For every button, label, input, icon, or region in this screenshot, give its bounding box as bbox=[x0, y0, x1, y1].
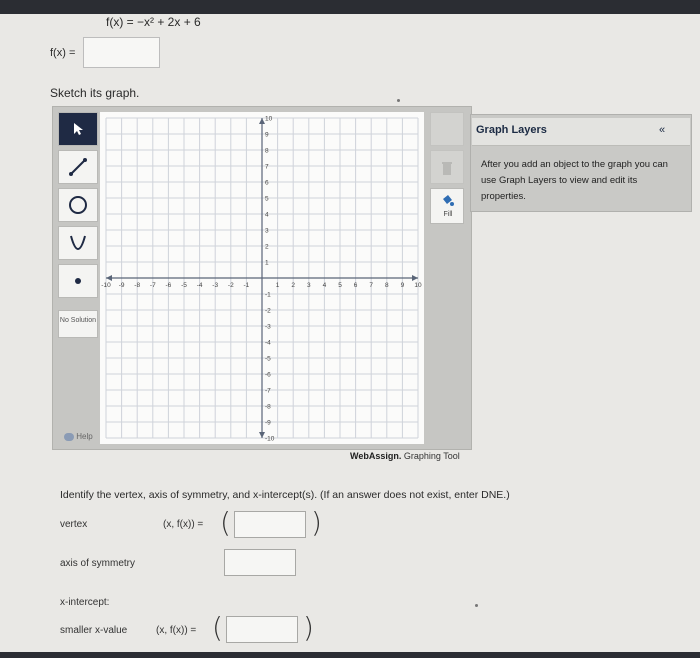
graph-canvas[interactable]: -10 -9 -8 -7 -6 -5 -4 -3 -2 -1 1 2 3 4 5 6 7 8 9 10 10 9 8 7 6 5 4… bbox=[100, 112, 424, 444]
y-tick-label: -8 bbox=[265, 404, 271, 411]
x-tick-label: -3 bbox=[212, 282, 218, 289]
x-tick-label: -8 bbox=[134, 282, 140, 289]
x-tick-label: -5 bbox=[181, 282, 187, 289]
x-axis-arrow-left bbox=[106, 275, 112, 281]
point-tool-button[interactable] bbox=[58, 264, 98, 298]
axis-of-symmetry-label: axis of symmetry bbox=[60, 558, 136, 569]
trash-icon bbox=[442, 162, 452, 175]
x-tick-label: -10 bbox=[101, 282, 111, 289]
help-icon bbox=[64, 432, 74, 441]
vertex-input[interactable] bbox=[234, 511, 306, 538]
y-tick-label: 1 bbox=[265, 260, 269, 267]
vertex-pair-label: (x, f(x)) = bbox=[163, 519, 204, 530]
y-tick-label: -5 bbox=[265, 356, 271, 363]
y-tick-label: -7 bbox=[265, 388, 271, 395]
delete-object-button[interactable] bbox=[430, 112, 464, 146]
fill-button[interactable]: Fill bbox=[430, 188, 464, 224]
x-tick-label: 7 bbox=[369, 282, 373, 289]
x-tick-label: -6 bbox=[166, 282, 172, 289]
x-tick-label: 6 bbox=[354, 282, 358, 289]
x-tick-label: 1 bbox=[276, 282, 280, 289]
y-tick-label: -3 bbox=[265, 324, 271, 331]
x-tick-label: 8 bbox=[385, 282, 389, 289]
y-tick-label: 5 bbox=[265, 196, 269, 203]
y-tick-label: -2 bbox=[265, 308, 271, 315]
bottom-bar bbox=[0, 652, 700, 658]
browser-toolbar bbox=[0, 0, 700, 14]
brand-sub: Graphing Tool bbox=[403, 451, 460, 461]
y-tick-label: 10 bbox=[265, 116, 273, 123]
x-tick-label: -2 bbox=[228, 282, 234, 289]
cursor-dot bbox=[397, 99, 400, 102]
graph-layers-title: Graph Layers bbox=[476, 124, 547, 136]
smaller-x-value-label: smaller x-value bbox=[60, 625, 128, 636]
line-tool-button[interactable] bbox=[58, 150, 98, 184]
x-tick-label: -1 bbox=[244, 282, 250, 289]
x-intercept-label: x-intercept: bbox=[60, 597, 110, 608]
graph-layers-description: After you add an object to the graph you… bbox=[481, 159, 668, 202]
select-arrow-icon bbox=[74, 123, 83, 135]
axis-of-symmetry-input[interactable] bbox=[224, 549, 296, 576]
x-intercept-pair-label: (x, f(x)) = bbox=[156, 625, 197, 636]
x-intercept-smaller-input[interactable] bbox=[226, 616, 298, 643]
fx-label: f(x) = bbox=[50, 47, 76, 59]
y-tick-label: 2 bbox=[265, 244, 269, 251]
webassign-brand: WebAssign. Graphing Tool bbox=[350, 451, 460, 461]
x-tick-label: 9 bbox=[401, 282, 405, 289]
x-axis-arrow-right bbox=[412, 275, 418, 281]
x-tick-label: 5 bbox=[338, 282, 342, 289]
circle-tool-button[interactable] bbox=[58, 188, 98, 222]
select-tool-button[interactable] bbox=[58, 112, 98, 146]
question-instruction: Identify the vertex, axis of symmetry, a… bbox=[60, 489, 510, 501]
x-tick-label: -9 bbox=[119, 282, 125, 289]
point-icon bbox=[75, 278, 81, 284]
cursor-dot-2 bbox=[475, 604, 478, 607]
brand-main: WebAssign. bbox=[350, 451, 402, 461]
sketch-prompt: Sketch its graph. bbox=[50, 86, 140, 100]
y-tick-label: 8 bbox=[265, 148, 269, 155]
x-tick-label: 4 bbox=[323, 282, 327, 289]
help-link[interactable]: Help bbox=[64, 432, 93, 441]
coordinate-grid[interactable]: -10 -9 -8 -7 -6 -5 -4 -3 -2 -1 1 2 3 4 5 6 7 8 9 10 10 9 8 7 6 5 4… bbox=[100, 112, 424, 444]
x-tick-label: 3 bbox=[307, 282, 311, 289]
y-tick-label: 7 bbox=[265, 164, 269, 171]
paint-bucket-icon bbox=[443, 195, 454, 206]
y-tick-label: 6 bbox=[265, 180, 269, 187]
y-tick-label: -9 bbox=[265, 420, 271, 427]
collapse-layers-button[interactable]: « bbox=[659, 124, 665, 136]
y-tick-label: -6 bbox=[265, 372, 271, 379]
y-tick-label: 4 bbox=[265, 212, 269, 219]
fx-answer-input[interactable] bbox=[83, 37, 160, 68]
x-intercept-open-paren: ( bbox=[212, 611, 223, 644]
parabola-icon bbox=[70, 235, 86, 250]
x-tick-label: 10 bbox=[414, 282, 422, 289]
vertex-close-paren: ) bbox=[311, 506, 322, 539]
x-intercept-close-paren: ) bbox=[303, 611, 314, 644]
vertex-label: vertex bbox=[60, 519, 88, 530]
circle-icon bbox=[69, 196, 87, 214]
help-label: Help bbox=[76, 432, 93, 441]
parabola-tool-button[interactable] bbox=[58, 226, 98, 260]
x-tick-label: 2 bbox=[291, 282, 295, 289]
fill-label: Fill bbox=[443, 211, 453, 218]
y-tick-label: 3 bbox=[265, 228, 269, 235]
line-segment-icon bbox=[69, 158, 87, 176]
clear-graph-button[interactable] bbox=[430, 150, 464, 184]
y-tick-label: -1 bbox=[265, 292, 271, 299]
function-display: f(x) = −x² + 2x + 6 bbox=[106, 15, 201, 29]
y-tick-label: 9 bbox=[265, 132, 269, 139]
vertex-open-paren: ( bbox=[220, 506, 231, 539]
no-solution-button[interactable]: No Solution bbox=[58, 310, 98, 338]
y-tick-label: -4 bbox=[265, 340, 271, 347]
x-tick-label: -4 bbox=[197, 282, 203, 289]
y-tick-label: -10 bbox=[265, 436, 275, 443]
x-tick-label: -7 bbox=[150, 282, 156, 289]
